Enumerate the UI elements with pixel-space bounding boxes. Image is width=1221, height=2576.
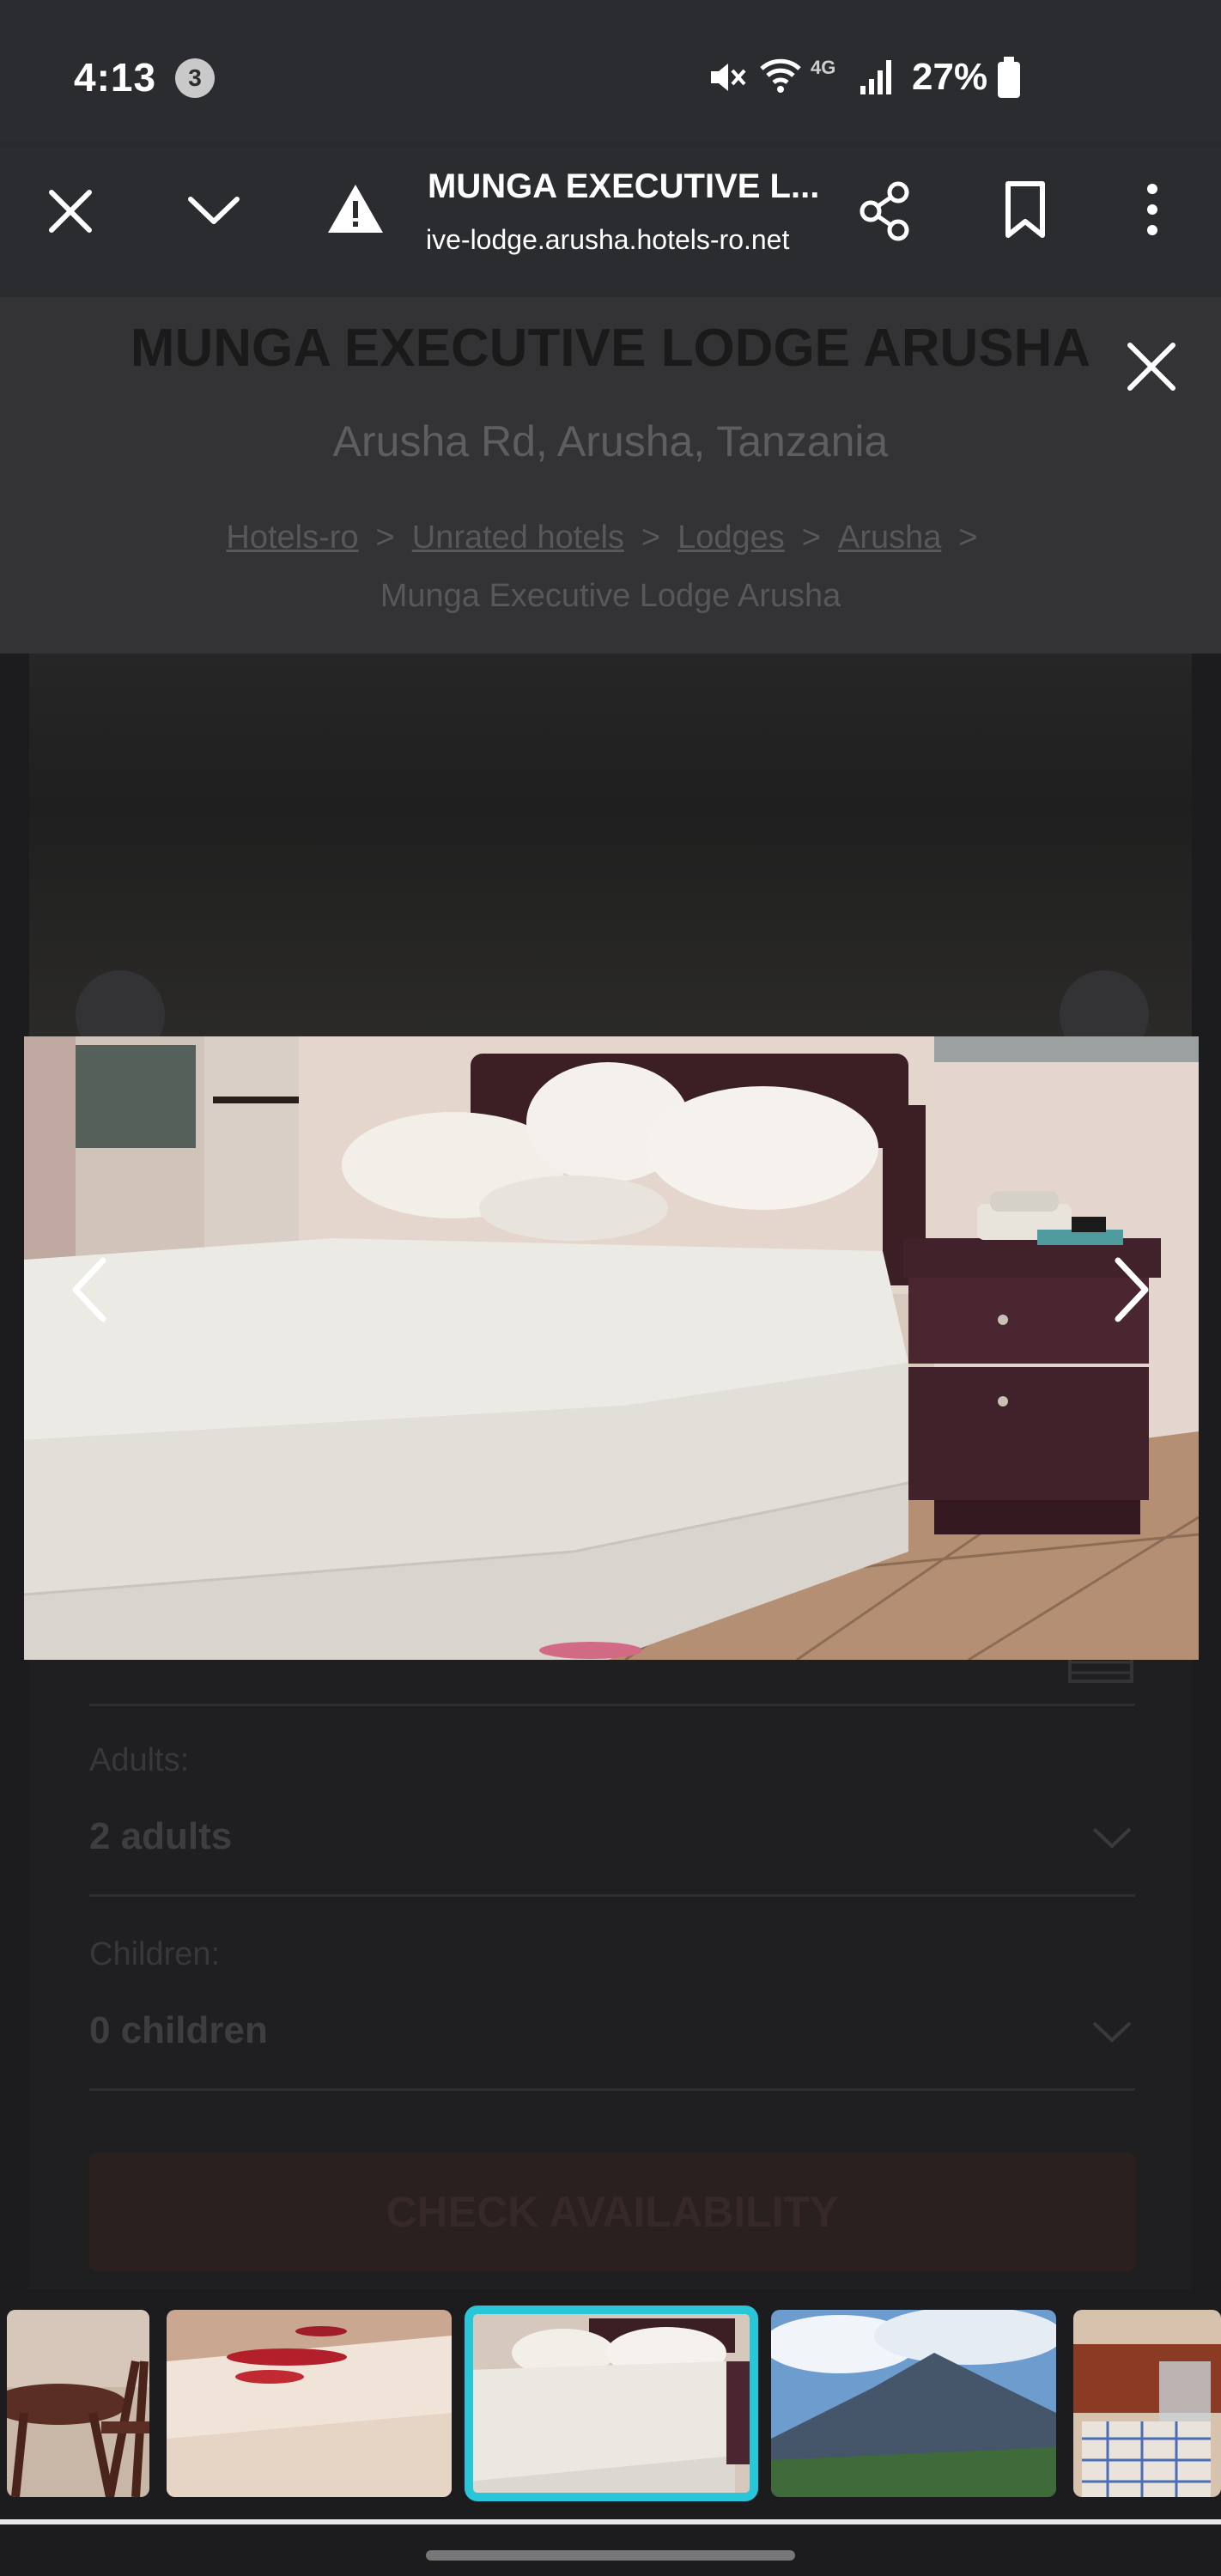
chevron-down-icon [1092, 2021, 1132, 2043]
dates-field-underline [89, 1704, 1135, 1706]
thumbnail-bed-petals[interactable] [167, 2310, 452, 2497]
breadcrumb-separator: > [801, 519, 821, 556]
breadcrumb: Hotels-ro > Unrated hotels > Lodges > Arusha > [0, 517, 1221, 558]
thumbnail-furniture[interactable] [7, 2310, 149, 2497]
more-icon[interactable] [1140, 182, 1164, 237]
home-indicator[interactable] [426, 2550, 795, 2561]
adults-select[interactable]: 2 adults [89, 1814, 232, 1860]
close-icon[interactable] [46, 187, 94, 235]
adults-label: Adults: [89, 1742, 190, 1778]
battery-percentage: 27% [912, 56, 988, 98]
battery-icon [998, 57, 1020, 98]
breadcrumb-link-lodges[interactable]: Lodges [677, 519, 785, 556]
hotel-name-heading: MUNGA EXECUTIVE LODGE ARUSHA [130, 319, 1091, 378]
share-icon[interactable] [855, 180, 914, 242]
hotel-address: Arusha Rd, Arusha, Tanzania [332, 417, 889, 465]
chevron-down-icon [1092, 1827, 1132, 1849]
breadcrumb-separator: > [641, 519, 661, 556]
breadcrumb-link-hotels-ro[interactable]: Hotels-ro [226, 519, 358, 556]
thumbnail-dining[interactable] [1073, 2310, 1221, 2497]
warning-icon[interactable] [326, 182, 385, 235]
thumbnail-mountain-view[interactable] [771, 2310, 1056, 2497]
breadcrumb-separator: > [375, 519, 395, 556]
close-icon[interactable] [1125, 340, 1178, 393]
url-display[interactable]: ive-lodge.arusha.hotels-ro.net [426, 222, 821, 258]
mute-icon [711, 64, 746, 91]
signal-icon [860, 60, 891, 94]
breadcrumb-link-unrated-hotels[interactable]: Unrated hotels [412, 519, 624, 556]
wifi-icon [760, 58, 801, 93]
bookmark-icon[interactable] [1001, 180, 1049, 240]
network-type-label: 4G [811, 57, 836, 78]
thumbnail-bed-selected[interactable] [465, 2306, 758, 2501]
adults-field-underline [89, 1894, 1135, 1897]
breadcrumb-separator: > [958, 519, 978, 556]
check-availability-button[interactable]: CHECK AVAILABILITY [89, 2153, 1135, 2271]
chevron-left-icon[interactable] [69, 1255, 112, 1324]
breadcrumb-current: Munga Executive Lodge Arusha [380, 578, 841, 614]
lightbox-room-image [24, 1036, 1199, 1660]
status-time: 4:13 [74, 55, 157, 100]
children-label: Children: [89, 1936, 221, 1972]
breadcrumb-link-arusha[interactable]: Arusha [838, 519, 941, 556]
chevron-right-icon[interactable] [1109, 1255, 1152, 1324]
page-title[interactable]: MUNGA EXECUTIVE L... [428, 165, 823, 208]
children-field-underline [89, 2088, 1135, 2091]
bottom-divider [0, 2519, 1221, 2524]
chevron-down-icon[interactable] [185, 191, 242, 228]
notification-count-badge: 3 [175, 58, 215, 98]
dimmed-room-photo [29, 653, 1192, 1036]
children-select[interactable]: 0 children [89, 2008, 268, 2054]
